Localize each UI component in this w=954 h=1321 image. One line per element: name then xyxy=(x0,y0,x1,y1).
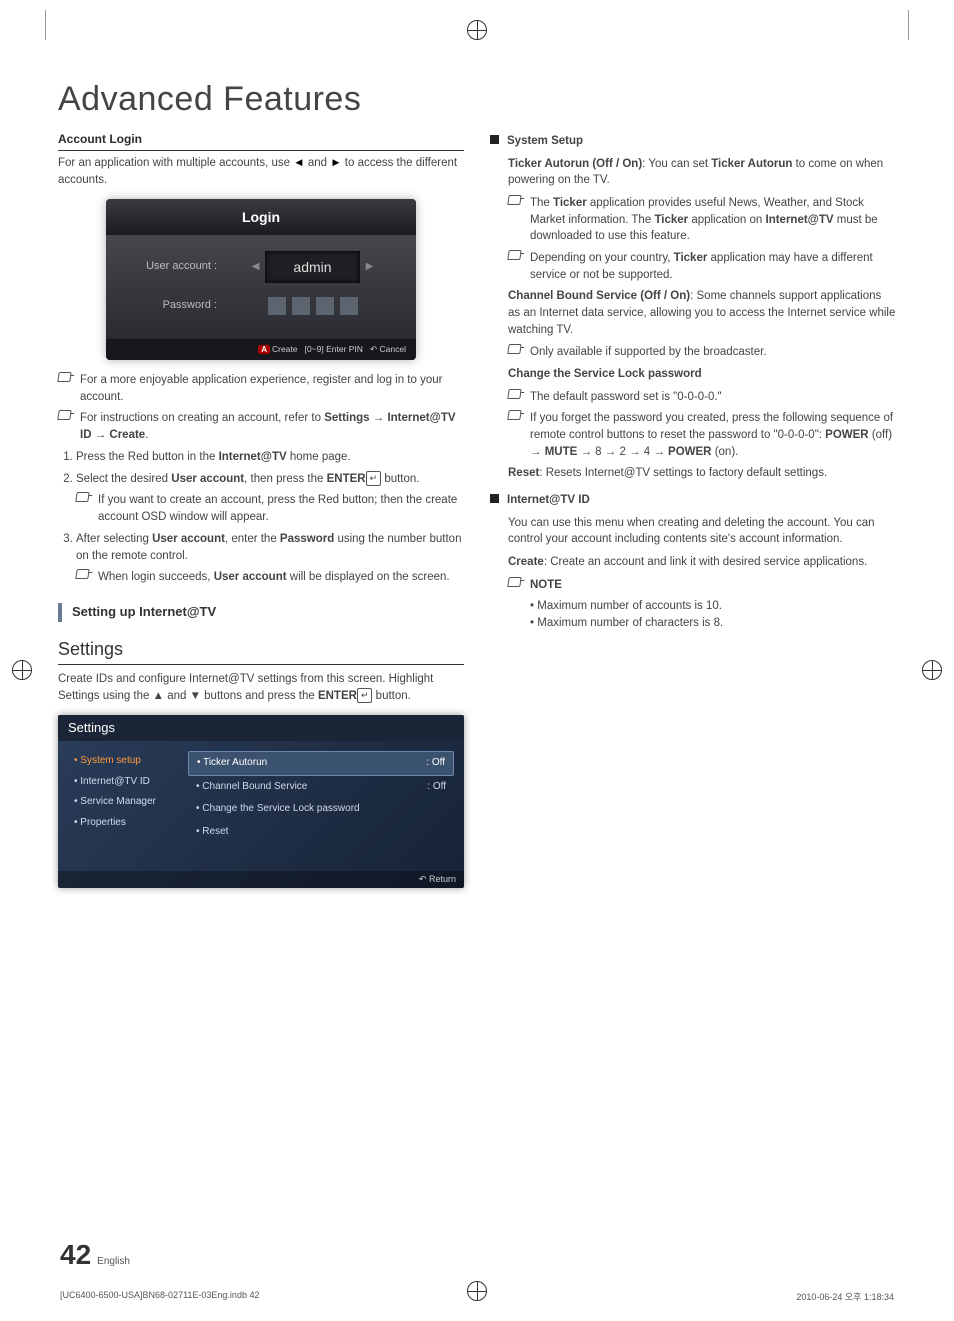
reset-desc: Reset: Resets Internet@TV settings to fa… xyxy=(508,465,896,482)
note-bullet-1: Maximum number of accounts is 10. xyxy=(530,598,896,615)
note-icon xyxy=(75,569,89,579)
settings-desc: Create IDs and configure Internet@TV set… xyxy=(58,671,464,704)
note-icon xyxy=(75,492,89,502)
note-icon xyxy=(507,250,521,260)
change-password-note-1: The default password set is "0-0-0-0." xyxy=(508,389,896,406)
ticker-note-1: The Ticker application provides useful N… xyxy=(508,195,896,245)
channel-bound-desc: Channel Bound Service (Off / On): Some c… xyxy=(508,288,896,338)
note-icon xyxy=(507,195,521,205)
login-steps: Press the Red button in the Internet@TV … xyxy=(76,449,464,586)
settings-item-channel-bound[interactable]: • Channel Bound Service: Off xyxy=(188,776,454,799)
return-icon: ↶ xyxy=(419,874,427,884)
enter-icon: ↵ xyxy=(366,471,382,486)
account-login-intro: For an application with multiple account… xyxy=(58,155,464,188)
password-label: Password : xyxy=(122,298,217,314)
sidebar-item-properties[interactable]: • Properties xyxy=(68,813,178,834)
left-arrow-icon: ◄ xyxy=(293,157,304,169)
settings-panel: Settings • System setup • Internet@TV ID… xyxy=(58,715,464,889)
note-icon xyxy=(507,410,521,420)
step-2: Select the desired User account, then pr… xyxy=(76,471,464,525)
password-field[interactable] xyxy=(225,297,400,315)
sidebar-item-system-setup[interactable]: • System setup xyxy=(68,751,178,772)
right-arrow-icon: ► xyxy=(330,157,341,169)
setting-up-heading: Setting up Internet@TV xyxy=(58,603,464,622)
user-account-label: User account : xyxy=(122,259,217,275)
account-login-heading: Account Login xyxy=(58,131,464,151)
login-legend: ACreate [0~9] Enter PIN ↶ Cancel xyxy=(106,339,416,360)
settings-item-reset[interactable]: • Reset xyxy=(188,821,454,844)
registration-mark-icon xyxy=(12,660,32,680)
note-icon xyxy=(57,372,71,382)
registration-mark-icon xyxy=(467,20,487,40)
ticker-autorun-desc: Ticker Autorun (Off / On): You can set T… xyxy=(508,156,896,189)
login-dialog-title: Login xyxy=(106,199,416,235)
note-icon xyxy=(57,410,71,420)
chevron-left-icon[interactable]: ◀ xyxy=(252,260,260,275)
note-bullet-2: Maximum number of characters is 8. xyxy=(530,615,896,632)
settings-main: • Ticker Autorun: Off • Channel Bound Se… xyxy=(188,751,454,861)
sidebar-item-service-manager[interactable]: • Service Manager xyxy=(68,792,178,813)
settings-item-change-password[interactable]: • Change the Service Lock password xyxy=(188,798,454,821)
square-bullet-icon xyxy=(490,494,499,503)
note-bullets: Maximum number of accounts is 10. Maximu… xyxy=(530,598,896,631)
ticker-note-2: Depending on your country, Ticker applic… xyxy=(508,250,896,283)
note-create-instructions: For instructions on creating an account,… xyxy=(58,410,464,443)
chevron-right-icon[interactable]: ▶ xyxy=(366,260,374,275)
settings-item-ticker-autorun[interactable]: • Ticker Autorun: Off xyxy=(188,751,454,776)
enter-icon: ↵ xyxy=(357,688,373,703)
settings-footer: ↶ Return xyxy=(58,871,464,888)
print-metadata: [UC6400-6500-USA]BN68-02711E-03Eng.indb … xyxy=(60,1290,894,1303)
internet-tv-id-desc: You can use this menu when creating and … xyxy=(508,515,896,548)
page-footer: 42 English xyxy=(60,1239,130,1271)
settings-heading: Settings xyxy=(58,636,464,665)
system-setup-heading: System Setup xyxy=(490,133,896,150)
crop-mark xyxy=(45,10,46,40)
sidebar-item-internet-tv-id[interactable]: • Internet@TV ID xyxy=(68,772,178,793)
login-dialog: Login User account : ◀ admin ▶ Password … xyxy=(106,199,416,360)
return-icon: ↶ xyxy=(370,344,377,354)
note-icon xyxy=(507,577,521,587)
change-password-note-2: If you forget the password you created, … xyxy=(508,410,896,460)
note-register: For a more enjoyable application experie… xyxy=(58,372,464,405)
step-3: After selecting User account, enter the … xyxy=(76,531,464,585)
internet-tv-id-heading: Internet@TV ID xyxy=(490,492,896,509)
change-password-heading: Change the Service Lock password xyxy=(508,366,896,383)
print-file-name: [UC6400-6500-USA]BN68-02711E-03Eng.indb … xyxy=(60,1290,259,1303)
step-1: Press the Red button in the Internet@TV … xyxy=(76,449,464,466)
note-heading: NOTE xyxy=(508,577,896,594)
a-button-badge: A xyxy=(258,345,270,354)
page-title: Advanced Features xyxy=(58,80,896,119)
channel-bound-note: Only available if supported by the broad… xyxy=(508,344,896,361)
square-bullet-icon xyxy=(490,135,499,144)
registration-mark-icon xyxy=(922,660,942,680)
crop-mark xyxy=(908,10,909,40)
settings-sidebar: • System setup • Internet@TV ID • Servic… xyxy=(68,751,178,861)
settings-panel-title: Settings xyxy=(58,715,464,742)
create-desc: Create: Create an account and link it wi… xyxy=(508,554,896,571)
user-account-value[interactable]: admin xyxy=(265,251,359,283)
note-icon xyxy=(507,344,521,354)
note-icon xyxy=(507,389,521,399)
page-number: 42 xyxy=(60,1239,91,1271)
print-timestamp: 2010-06-24 오후 1:18:34 xyxy=(796,1290,894,1303)
page-language: English xyxy=(97,1256,130,1267)
